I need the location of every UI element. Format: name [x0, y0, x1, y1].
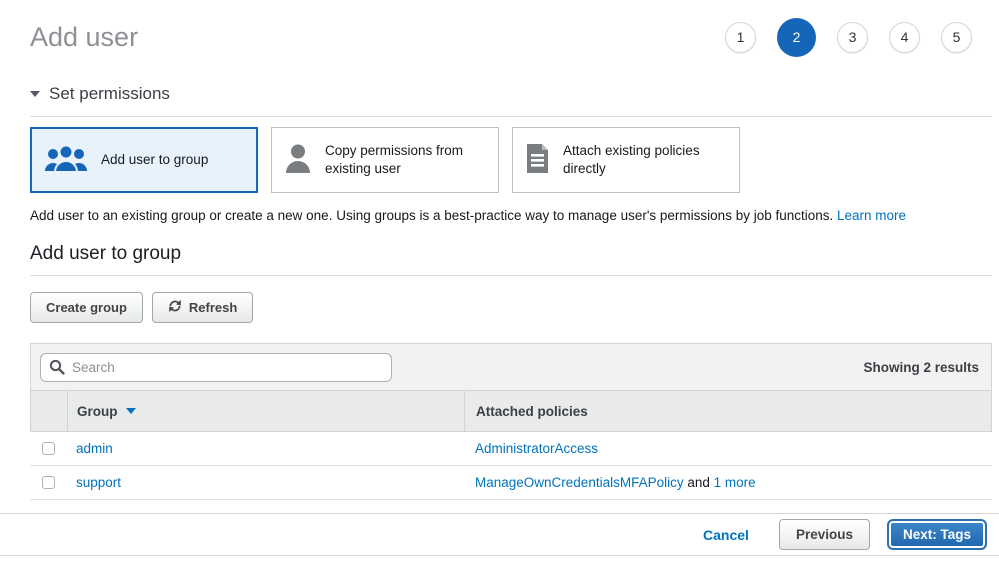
heading-divider — [30, 275, 992, 276]
table-toolbar: Showing 2 results — [31, 344, 991, 391]
add-user-to-group-heading: Add user to group — [30, 243, 992, 265]
refresh-icon — [168, 299, 182, 316]
permission-option-cards: Add user to group Copy permissions from … — [30, 127, 992, 193]
policies-cell: AdministratorAccess — [464, 441, 992, 456]
policy-link[interactable]: ManageOwnCredentialsMFAPolicy — [475, 475, 684, 490]
row-checkbox-cell — [30, 442, 67, 455]
wizard-step-indicator: 1 2 3 4 5 — [725, 18, 972, 57]
step-3: 3 — [837, 22, 868, 53]
create-group-label: Create group — [46, 300, 127, 315]
previous-label: Previous — [796, 527, 853, 542]
policies-column-label: Attached policies — [476, 404, 588, 419]
document-icon — [525, 143, 550, 177]
description-text: Add user to an existing group or create … — [30, 208, 833, 223]
refresh-label: Refresh — [189, 300, 237, 315]
select-all-header-cell — [31, 391, 68, 431]
next-tags-button[interactable]: Next: Tags — [887, 519, 987, 550]
row-checkbox[interactable] — [42, 476, 55, 489]
user-icon — [284, 143, 312, 177]
option-label: Copy permissions from existing user — [325, 142, 486, 177]
cancel-link[interactable]: Cancel — [703, 527, 749, 543]
create-group-button[interactable]: Create group — [30, 292, 143, 323]
section-divider — [30, 116, 992, 117]
table-row-support: support ManageOwnCredentialsMFAPolicy an… — [30, 466, 992, 500]
step-1: 1 — [725, 22, 756, 53]
more-policies-link[interactable]: 1 more — [714, 475, 756, 490]
table-row-admin: admin AdministratorAccess — [30, 432, 992, 466]
policies-column-header: Attached policies — [465, 391, 991, 431]
users-group-icon — [44, 143, 88, 177]
search-icon — [49, 359, 65, 378]
refresh-button[interactable]: Refresh — [152, 292, 253, 323]
step-2-active: 2 — [777, 18, 816, 57]
group-column-header[interactable]: Group — [68, 391, 465, 431]
group-cell: support — [67, 475, 464, 490]
page-title: Add user — [30, 22, 138, 53]
results-count: Showing 2 results — [863, 360, 979, 375]
option-add-user-to-group[interactable]: Add user to group — [30, 127, 258, 193]
policies-cell: ManageOwnCredentialsMFAPolicy and 1 more — [464, 475, 992, 490]
group-link[interactable]: admin — [76, 441, 113, 456]
policy-joiner-text: and — [684, 475, 714, 490]
policy-link[interactable]: AdministratorAccess — [475, 441, 598, 456]
step-4: 4 — [889, 22, 920, 53]
option-label: Attach existing policies directly — [563, 142, 727, 177]
table-chrome: Showing 2 results Group Attached policie… — [30, 343, 992, 432]
sort-desc-icon — [126, 408, 136, 414]
next-tags-label: Next: Tags — [903, 527, 971, 542]
table-actions: Create group Refresh — [30, 292, 992, 323]
search-box — [40, 353, 392, 382]
set-permissions-title: Set permissions — [49, 84, 170, 104]
set-permissions-section-header[interactable]: Set permissions — [30, 84, 992, 104]
search-input[interactable] — [40, 353, 392, 382]
page-content: Add user 1 2 3 4 5 Set permissions — [0, 14, 999, 500]
option-attach-policies[interactable]: Attach existing policies directly — [512, 127, 740, 193]
wizard-footer: Cancel Previous Next: Tags — [0, 513, 999, 556]
row-checkbox[interactable] — [42, 442, 55, 455]
step-5: 5 — [941, 22, 972, 53]
section-description: Add user to an existing group or create … — [30, 208, 992, 223]
option-label: Add user to group — [101, 151, 208, 169]
learn-more-link[interactable]: Learn more — [837, 208, 906, 223]
row-checkbox-cell — [30, 476, 67, 489]
collapse-icon — [30, 91, 40, 97]
table-header-row: Group Attached policies — [31, 391, 991, 431]
group-column-label: Group — [77, 404, 118, 419]
group-link[interactable]: support — [76, 475, 121, 490]
group-cell: admin — [67, 441, 464, 456]
previous-button[interactable]: Previous — [779, 519, 870, 550]
page-header: Add user 1 2 3 4 5 — [30, 14, 992, 60]
option-copy-permissions[interactable]: Copy permissions from existing user — [271, 127, 499, 193]
groups-table: Showing 2 results Group Attached policie… — [30, 343, 992, 500]
